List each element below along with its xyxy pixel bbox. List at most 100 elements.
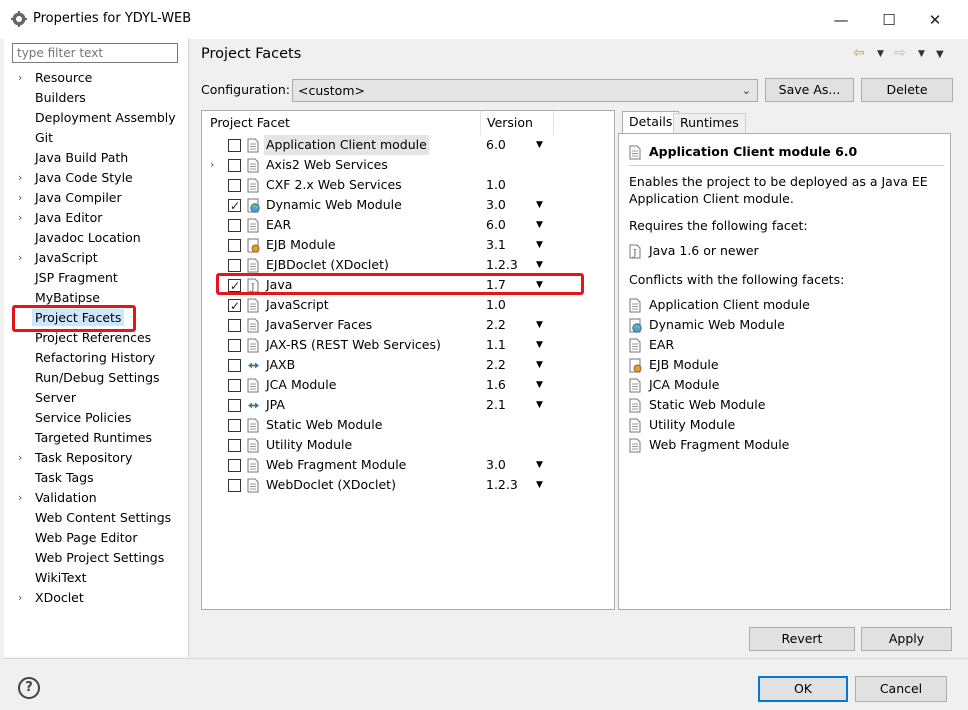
facet-checkbox[interactable] [228, 419, 241, 432]
revert-button[interactable]: Revert [749, 627, 855, 651]
chevron-right-icon[interactable]: › [18, 188, 30, 208]
version-dropdown-icon[interactable]: ▼ [536, 375, 543, 395]
version-dropdown-icon[interactable]: ▼ [536, 255, 543, 275]
facet-checkbox[interactable] [228, 479, 241, 492]
nav-item[interactable]: Web Content Settings [4, 508, 188, 528]
facet-version[interactable]: 1.2.3 [486, 255, 518, 275]
forward-menu-icon[interactable]: ▼ [918, 49, 925, 59]
nav-item[interactable]: Targeted Runtimes [4, 428, 188, 448]
facet-row[interactable]: Utility Module [202, 435, 614, 455]
facet-checkbox[interactable] [228, 459, 241, 472]
cancel-button[interactable]: Cancel [855, 676, 947, 702]
facet-row[interactable]: EJBDoclet (XDoclet) 1.2.3 ▼ [202, 255, 614, 275]
version-dropdown-icon[interactable]: ▼ [536, 475, 543, 495]
version-dropdown-icon[interactable]: ▼ [536, 315, 543, 335]
chevron-right-icon[interactable]: › [18, 248, 30, 268]
nav-item[interactable]: WikiText [4, 568, 188, 588]
facet-checkbox[interactable] [228, 219, 241, 232]
facet-row[interactable]: JCA Module 1.6 ▼ [202, 375, 614, 395]
facet-checkbox[interactable] [228, 439, 241, 452]
maximize-button[interactable]: ☐ [874, 8, 904, 32]
facet-version[interactable]: 6.0 [486, 215, 506, 235]
nav-item[interactable]: › JavaScript [4, 248, 188, 268]
facet-checkbox[interactable]: ✓ [228, 299, 241, 313]
chevron-right-icon[interactable]: › [18, 68, 30, 88]
version-dropdown-icon[interactable]: ▼ [536, 235, 543, 255]
facet-checkbox[interactable] [228, 339, 241, 352]
facet-version[interactable]: 1.1 [486, 335, 506, 355]
back-menu-icon[interactable]: ▼ [877, 49, 884, 59]
facet-row[interactable]: Static Web Module [202, 415, 614, 435]
nav-item[interactable]: JSP Fragment [4, 268, 188, 288]
facet-checkbox[interactable] [228, 159, 241, 172]
facet-checkbox[interactable] [228, 319, 241, 332]
facet-checkbox[interactable] [228, 399, 241, 412]
nav-item[interactable]: Web Project Settings [4, 548, 188, 568]
facet-version[interactable]: 1.6 [486, 375, 506, 395]
column-header-version[interactable]: Version [487, 111, 533, 135]
nav-item[interactable]: Run/Debug Settings [4, 368, 188, 388]
column-header-facet[interactable]: Project Facet [210, 111, 290, 135]
version-dropdown-icon[interactable]: ▼ [536, 195, 543, 215]
nav-item[interactable]: Java Build Path [4, 148, 188, 168]
version-dropdown-icon[interactable]: ▼ [536, 355, 543, 375]
facet-row[interactable]: ✓ Dynamic Web Module 3.0 ▼ [202, 195, 614, 215]
facet-version[interactable]: 6.0 [486, 135, 506, 155]
nav-item[interactable]: Service Policies [4, 408, 188, 428]
facet-checkbox[interactable] [228, 179, 241, 192]
nav-item[interactable]: Refactoring History [4, 348, 188, 368]
nav-item[interactable]: Deployment Assembly [4, 108, 188, 128]
nav-item[interactable]: › XDoclet [4, 588, 188, 608]
facet-row[interactable]: JAXB 2.2 ▼ [202, 355, 614, 375]
nav-item[interactable]: Javadoc Location [4, 228, 188, 248]
nav-item[interactable]: Task Tags [4, 468, 188, 488]
view-menu-icon[interactable]: ▼ [936, 49, 944, 60]
tab-details[interactable]: Details [622, 111, 680, 133]
facet-checkbox[interactable] [228, 359, 241, 372]
facet-version[interactable]: 3.0 [486, 455, 506, 475]
nav-item[interactable]: › Java Compiler [4, 188, 188, 208]
facet-version[interactable]: 2.2 [486, 355, 506, 375]
nav-item[interactable]: Server [4, 388, 188, 408]
facet-row[interactable]: EJB Module 3.1 ▼ [202, 235, 614, 255]
facet-version[interactable]: 1.2.3 [486, 475, 518, 495]
help-icon[interactable]: ? [18, 677, 40, 699]
chevron-right-icon[interactable]: › [18, 588, 30, 608]
chevron-right-icon[interactable]: › [18, 168, 30, 188]
facet-checkbox[interactable] [228, 379, 241, 392]
chevron-right-icon[interactable]: › [18, 488, 30, 508]
chevron-right-icon[interactable]: › [18, 448, 30, 468]
facet-row[interactable]: › Axis2 Web Services [202, 155, 614, 175]
nav-item[interactable]: Web Page Editor [4, 528, 188, 548]
forward-arrow-icon[interactable]: ⇨ [894, 45, 906, 61]
facet-version[interactable]: 2.2 [486, 315, 506, 335]
apply-button[interactable]: Apply [861, 627, 952, 651]
chevron-right-icon[interactable]: › [18, 208, 30, 228]
facet-checkbox[interactable] [228, 239, 241, 252]
facet-row[interactable]: WebDoclet (XDoclet) 1.2.3 ▼ [202, 475, 614, 495]
version-dropdown-icon[interactable]: ▼ [536, 215, 543, 235]
facet-row[interactable]: JavaServer Faces 2.2 ▼ [202, 315, 614, 335]
facet-checkbox[interactable] [228, 259, 241, 272]
nav-item[interactable]: › Task Repository [4, 448, 188, 468]
chevron-right-icon[interactable]: › [210, 155, 214, 175]
nav-item[interactable]: › Java Code Style [4, 168, 188, 188]
configuration-select[interactable]: <custom> ⌄ [292, 79, 758, 102]
facet-row[interactable]: ✓ JavaScript 1.0 [202, 295, 614, 315]
facet-row[interactable]: CXF 2.x Web Services 1.0 [202, 175, 614, 195]
facet-row[interactable]: EAR 6.0 ▼ [202, 215, 614, 235]
nav-item[interactable]: › Validation [4, 488, 188, 508]
ok-button[interactable]: OK [758, 676, 848, 702]
version-dropdown-icon[interactable]: ▼ [536, 455, 543, 475]
nav-item[interactable]: › Resource [4, 68, 188, 88]
tab-runtimes[interactable]: Runtimes [673, 113, 746, 133]
facet-checkbox[interactable] [228, 139, 241, 152]
nav-item[interactable]: Git [4, 128, 188, 148]
facet-version[interactable]: 3.1 [486, 235, 506, 255]
facet-row[interactable]: Web Fragment Module 3.0 ▼ [202, 455, 614, 475]
facet-row[interactable]: JAX-RS (REST Web Services) 1.1 ▼ [202, 335, 614, 355]
back-arrow-icon[interactable]: ⇦ [853, 45, 865, 61]
close-button[interactable]: ✕ [920, 8, 950, 32]
minimize-button[interactable]: — [826, 8, 856, 32]
version-dropdown-icon[interactable]: ▼ [536, 335, 543, 355]
